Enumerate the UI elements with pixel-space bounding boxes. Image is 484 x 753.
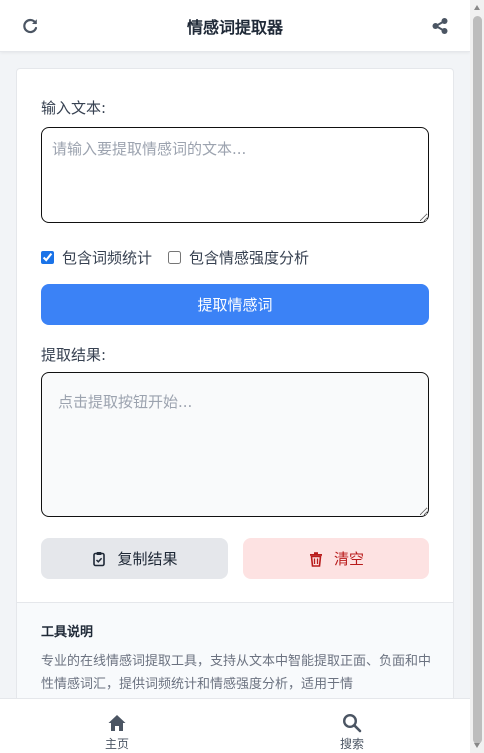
extract-button[interactable]: 提取情感词 [41,284,429,325]
clear-button[interactable]: 清空 [243,538,429,579]
result-output[interactable] [41,372,429,517]
options-row: 包含词频统计 包含情感强度分析 [41,247,325,268]
page-title: 情感词提取器 [186,17,283,37]
app-root: 情感词提取器 输入文本: 包含词频统计 包含情感强度分析 提取情感词 提取 [0,0,484,753]
scrollbar-thumb[interactable] [473,16,482,744]
tool-description-title: 工具说明 [41,625,94,640]
trash-icon [309,551,322,567]
scroll-up-arrow-icon[interactable] [474,5,480,10]
scroll-down-arrow-icon[interactable] [474,743,480,748]
intensity-label: 包含情感强度分析 [189,249,310,267]
text-input[interactable] [41,127,429,223]
nav-search-label: 搜索 [339,737,364,751]
word-freq-label: 包含词频统计 [62,249,153,267]
nav-home-label: 主页 [104,737,129,751]
tool-description-text: 专业的在线情感词提取工具，支持从文本中智能提取正面、负面和中性情感词汇，提供词频… [41,654,432,692]
option-intensity[interactable]: 包含情感强度分析 [168,247,309,268]
bottom-nav: 主页 搜索 [0,698,470,753]
nav-home[interactable]: 主页 [87,713,147,752]
input-label: 输入文本: [41,99,107,117]
clipboard-icon [93,551,106,566]
extractor-card: 输入文本: 包含词频统计 包含情感强度分析 提取情感词 提取结果: 复制结果 [16,68,454,748]
top-bar: 情感词提取器 [0,0,470,52]
option-word-freq[interactable]: 包含词频统计 [41,247,152,268]
refresh-icon[interactable] [20,16,40,36]
intensity-checkbox[interactable] [168,251,182,264]
copy-result-label: 复制结果 [117,551,178,568]
home-icon [108,715,126,731]
result-label: 提取结果: [41,346,107,364]
clear-label: 清空 [333,551,364,568]
word-freq-checkbox[interactable] [41,251,54,264]
share-icon[interactable] [430,16,450,36]
nav-search[interactable]: 搜索 [322,713,382,752]
copy-result-button[interactable]: 复制结果 [41,538,228,579]
search-icon [342,713,362,733]
